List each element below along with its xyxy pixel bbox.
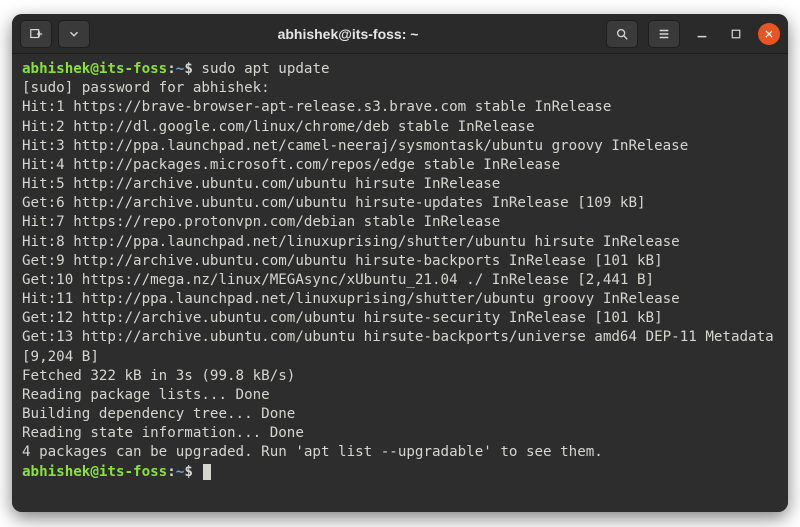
prompt-user: abhishek@its-foss [22, 464, 167, 480]
output-line: Hit:8 http://ppa.launchpad.net/linuxupri… [22, 234, 680, 250]
output-line: Building dependency tree... Done [22, 406, 295, 422]
menu-button[interactable] [648, 20, 680, 48]
window-title: abhishek@its-foss: ~ [96, 26, 600, 42]
output-line: Hit:3 http://ppa.launchpad.net/camel-nee… [22, 138, 688, 154]
prompt-dollar: $ [184, 61, 193, 77]
output-line: Hit:4 http://packages.microsoft.com/repo… [22, 157, 560, 173]
titlebar-right [606, 20, 780, 48]
prompt-line-1: abhishek@its-foss:~$ sudo apt update [22, 61, 330, 77]
maximize-button[interactable] [724, 22, 748, 46]
output-line: Get:10 https://mega.nz/linux/MEGAsync/xU… [22, 272, 654, 288]
terminal-window: abhishek@its-foss: ~ abhishek@its-foss:~… [12, 14, 788, 512]
output-line: Hit:7 https://repo.protonvpn.com/debian … [22, 214, 500, 230]
new-tab-icon [29, 27, 43, 41]
prompt-line-2: abhishek@its-foss:~$ [22, 464, 211, 480]
cursor [203, 464, 211, 480]
output-line: Fetched 322 kB in 3s (99.8 kB/s) [22, 368, 295, 384]
maximize-icon [730, 28, 742, 40]
prompt-user: abhishek@its-foss [22, 61, 167, 77]
prompt-colon: : [167, 61, 176, 77]
output-line: Reading state information... Done [22, 425, 304, 441]
titlebar-left [20, 20, 90, 48]
prompt-colon: : [167, 464, 176, 480]
output-line: [sudo] password for abhishek: [22, 80, 278, 96]
close-icon [764, 29, 774, 39]
search-button[interactable] [606, 20, 638, 48]
output-line: Get:6 http://archive.ubuntu.com/ubuntu h… [22, 195, 646, 211]
output-line: Hit:2 http://dl.google.com/linux/chrome/… [22, 119, 535, 135]
chevron-down-icon [67, 27, 81, 41]
output-line: Reading package lists... Done [22, 387, 270, 403]
search-icon [615, 27, 629, 41]
output-line: 4 packages can be upgraded. Run 'apt lis… [22, 444, 603, 460]
prompt-dollar: $ [184, 464, 193, 480]
output-line: Get:12 http://archive.ubuntu.com/ubuntu … [22, 310, 663, 326]
output-line: Hit:1 https://brave-browser-apt-release.… [22, 99, 611, 115]
tabs-dropdown-button[interactable] [58, 20, 90, 48]
hamburger-icon [657, 27, 671, 41]
titlebar: abhishek@its-foss: ~ [12, 14, 788, 54]
close-button[interactable] [758, 23, 780, 45]
new-tab-button[interactable] [20, 20, 52, 48]
terminal-body[interactable]: abhishek@its-foss:~$ sudo apt update [su… [12, 54, 788, 512]
minimize-icon [695, 27, 709, 41]
output-line: Hit:5 http://archive.ubuntu.com/ubuntu h… [22, 176, 500, 192]
output-line: Get:9 http://archive.ubuntu.com/ubuntu h… [22, 253, 663, 269]
output-line: Hit:11 http://ppa.launchpad.net/linuxupr… [22, 291, 680, 307]
minimize-button[interactable] [690, 22, 714, 46]
output-line: Get:13 http://archive.ubuntu.com/ubuntu … [22, 329, 782, 364]
command-text: sudo apt update [193, 61, 330, 77]
